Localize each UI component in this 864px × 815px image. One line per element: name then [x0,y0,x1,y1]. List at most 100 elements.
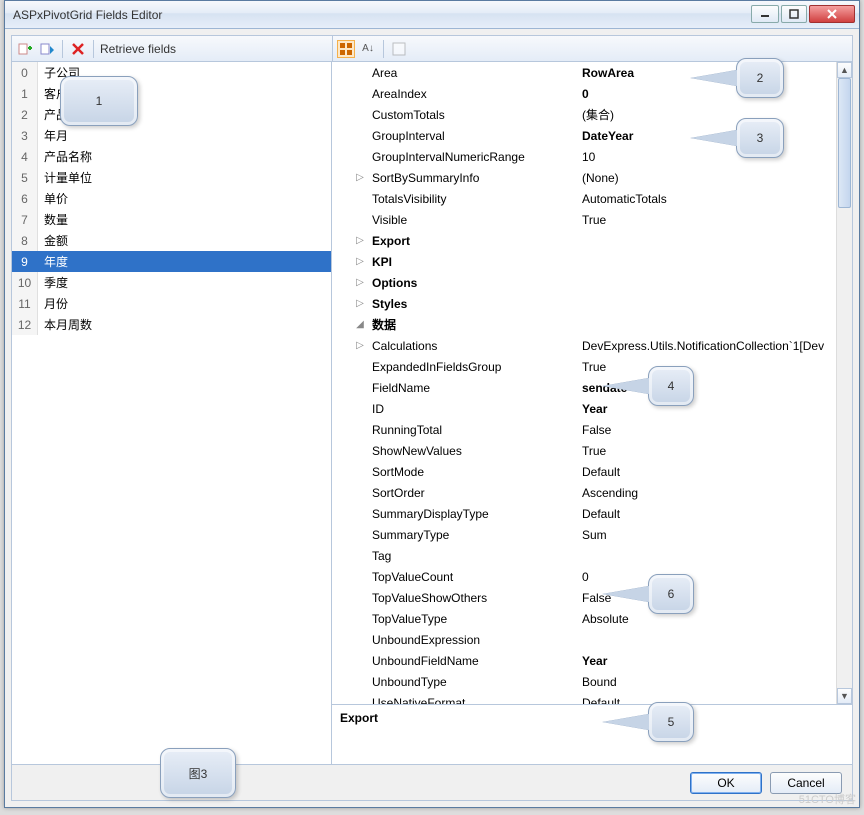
delete-icon[interactable] [69,40,87,58]
property-row[interactable]: SummaryDisplayTypeDefault [332,503,852,524]
maximize-button[interactable] [781,5,807,23]
property-row[interactable]: SortModeDefault [332,461,852,482]
property-value[interactable]: Year [578,654,852,668]
list-item[interactable]: 10季度 [12,272,331,293]
property-value[interactable]: True [578,444,852,458]
property-row[interactable]: FieldNamesendate [332,377,852,398]
field-list[interactable]: 0子公司1客户2产品信息3年月4产品名称5计量单位6单价7数量8金额9年度10季… [12,62,332,764]
insert-icon[interactable] [38,40,56,58]
list-item[interactable]: 4产品名称 [12,146,331,167]
property-name: 数据 [368,316,578,333]
expand-icon[interactable]: ▷ [352,256,368,267]
property-row[interactable]: VisibleTrue [332,209,852,230]
property-value[interactable]: AutomaticTotals [578,192,852,206]
property-name: UnboundType [368,675,578,689]
property-row[interactable]: UnboundTypeBound [332,671,852,692]
property-value[interactable]: Default [578,696,852,705]
scrollbar[interactable]: ▲ ▼ [836,62,852,704]
property-row[interactable]: TotalsVisibilityAutomaticTotals [332,188,852,209]
property-row[interactable]: TopValueTypeAbsolute [332,608,852,629]
expand-icon[interactable]: ▷ [352,235,368,246]
property-row[interactable]: ShowNewValuesTrue [332,440,852,461]
property-row[interactable]: SortOrderAscending [332,482,852,503]
expand-icon[interactable]: ▷ [352,277,368,288]
property-value[interactable]: 0 [578,570,852,584]
list-item[interactable]: 5计量单位 [12,167,331,188]
property-name: UnboundExpression [368,633,578,647]
window-title: ASPxPivotGrid Fields Editor [13,8,749,22]
expand-icon[interactable]: ▷ [352,172,368,183]
list-item[interactable]: 7数量 [12,209,331,230]
close-button[interactable] [809,5,855,23]
inner-panel: Retrieve fields A↓ 0子公司1客户2产品信息3年月4产品名称5… [11,35,853,801]
property-value[interactable]: False [578,423,852,437]
property-name: Options [368,276,578,290]
property-value[interactable]: True [578,360,852,374]
property-value[interactable]: Absolute [578,612,852,626]
property-name: SortOrder [368,486,578,500]
property-value[interactable]: 0 [578,87,852,101]
property-category[interactable]: ▷Options [332,272,852,293]
separator [62,40,63,58]
scroll-down-icon[interactable]: ▼ [837,688,852,704]
property-category[interactable]: ▷KPI [332,251,852,272]
property-row[interactable]: SummaryTypeSum [332,524,852,545]
property-value[interactable]: Sum [578,528,852,542]
retrieve-fields-link[interactable]: Retrieve fields [100,42,176,56]
property-value[interactable]: Bound [578,675,852,689]
list-item[interactable]: 9年度 [12,251,331,272]
property-value[interactable]: Ascending [578,486,852,500]
left-toolbar: Retrieve fields [12,36,332,62]
button-bar: OK Cancel [12,764,852,800]
property-row[interactable]: ▷SortBySummaryInfo(None) [332,167,852,188]
list-item[interactable]: 12本月周数 [12,314,331,335]
ok-button[interactable]: OK [690,772,762,794]
property-value[interactable]: Year [578,402,852,416]
list-item[interactable]: 8金额 [12,230,331,251]
property-value[interactable]: DevExpress.Utils.NotificationCollection`… [578,339,852,353]
property-row[interactable]: TopValueCount0 [332,566,852,587]
property-value[interactable]: (集合) [578,106,852,123]
property-name: SummaryDisplayType [368,507,578,521]
property-value[interactable]: 10 [578,150,852,164]
scroll-thumb[interactable] [838,78,851,208]
expand-icon[interactable]: ◢ [352,319,368,330]
property-row[interactable]: UnboundExpression [332,629,852,650]
property-category[interactable]: ▷Export [332,230,852,251]
property-name: ExpandedInFieldsGroup [368,360,578,374]
list-item[interactable]: 6单价 [12,188,331,209]
expand-icon[interactable]: ▷ [352,298,368,309]
property-value[interactable]: Default [578,507,852,521]
property-row[interactable]: ExpandedInFieldsGroupTrue [332,356,852,377]
property-list[interactable]: AreaRowAreaAreaIndex0CustomTotals(集合)Gro… [332,62,852,704]
expand-icon[interactable]: ▷ [352,340,368,351]
row-label: 金额 [38,232,68,249]
property-name: GroupIntervalNumericRange [368,150,578,164]
property-category[interactable]: ◢数据 [332,314,852,335]
property-row[interactable]: IDYear [332,398,852,419]
property-row[interactable]: UnboundFieldNameYear [332,650,852,671]
titlebar[interactable]: ASPxPivotGrid Fields Editor [5,1,859,29]
property-category[interactable]: ▷Styles [332,293,852,314]
scroll-up-icon[interactable]: ▲ [837,62,852,78]
property-row[interactable]: TopValueShowOthersFalse [332,587,852,608]
minimize-button[interactable] [751,5,779,23]
property-value[interactable]: (None) [578,171,852,185]
list-item[interactable]: 11月份 [12,293,331,314]
property-row[interactable]: RunningTotalFalse [332,419,852,440]
categorized-icon[interactable] [337,40,355,58]
row-index: 11 [12,293,38,314]
add-icon[interactable] [16,40,34,58]
property-row[interactable]: UseNativeFormatDefault [332,692,852,704]
property-value[interactable]: True [578,213,852,227]
property-pages-icon[interactable] [390,40,408,58]
list-item[interactable]: 3年月 [12,125,331,146]
property-row[interactable]: ▷CalculationsDevExpress.Utils.Notificati… [332,335,852,356]
property-row[interactable]: Tag [332,545,852,566]
row-index: 1 [12,83,38,104]
property-value[interactable]: Default [578,465,852,479]
watermark: 51CTO博客 [799,791,856,807]
list-item[interactable]: 0子公司 [12,62,331,83]
callout-4: 4 [648,366,694,406]
alphabetical-icon[interactable]: A↓ [359,40,377,58]
